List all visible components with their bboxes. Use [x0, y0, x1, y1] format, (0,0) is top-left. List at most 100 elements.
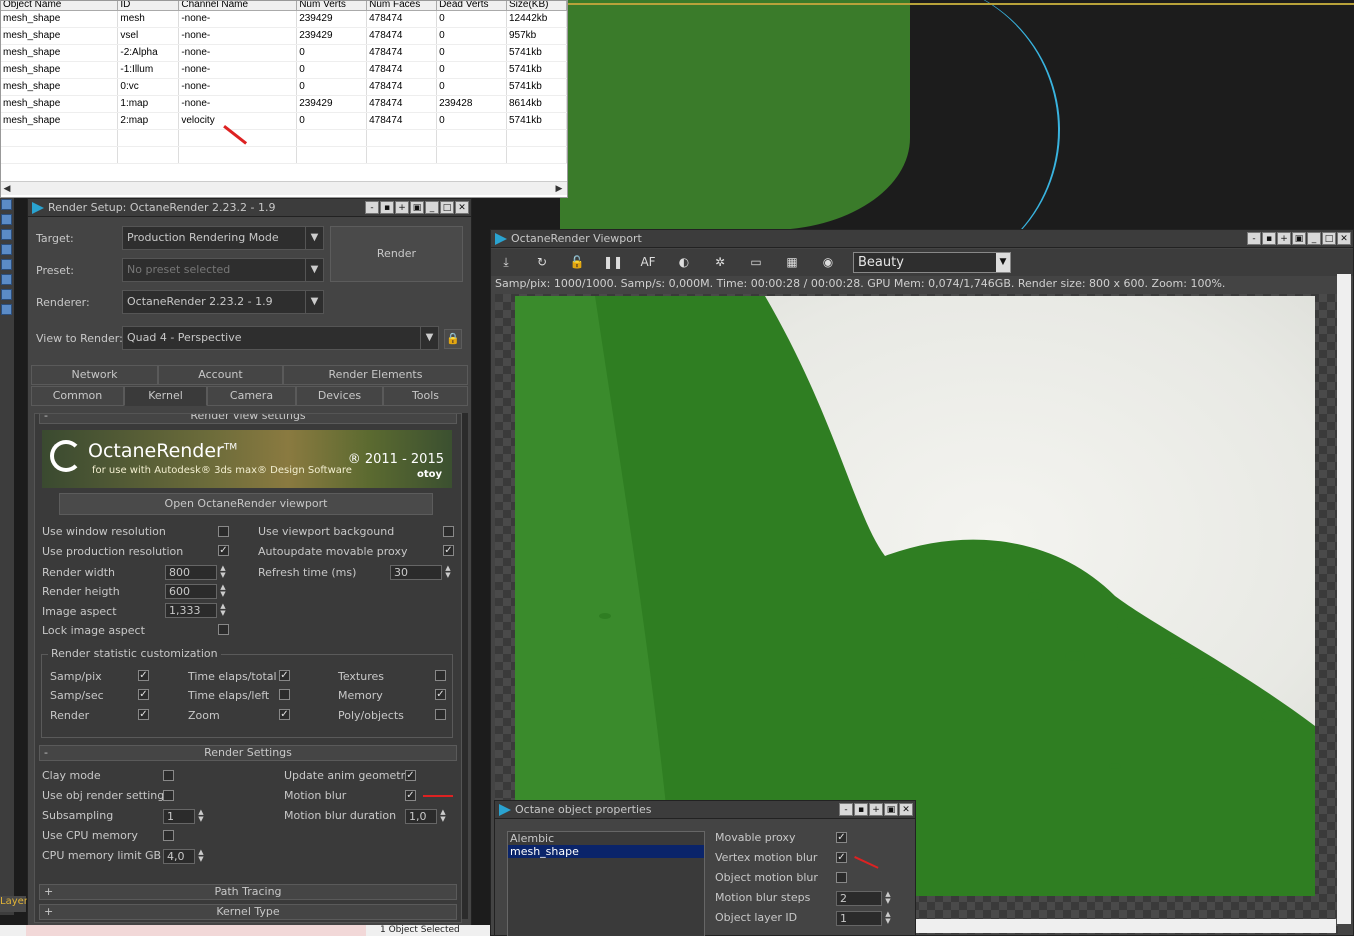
- lock-image-aspect-checkbox[interactable]: [218, 624, 229, 635]
- image-aspect-spinner[interactable]: 1,333 ▲ ▼: [165, 603, 226, 618]
- render-pass-dropdown[interactable]: Beauty ▼: [853, 252, 1011, 273]
- viewport-horizontal-scrollbar[interactable]: [916, 919, 1336, 933]
- object-layer-id-spinner[interactable]: 1 ▲ ▼: [836, 911, 891, 926]
- col-header[interactable]: Channel Name: [178, 1, 298, 11]
- col-header[interactable]: ID: [117, 1, 180, 11]
- tool-icon[interactable]: [1, 214, 12, 225]
- preset-dropdown[interactable]: No preset selected ▼: [122, 258, 324, 282]
- viewport-vertical-scrollbar[interactable]: [1337, 274, 1351, 924]
- clay-mode-checkbox[interactable]: [163, 770, 174, 781]
- render-button[interactable]: Render: [330, 226, 463, 282]
- stat-time-left-checkbox[interactable]: [279, 689, 290, 700]
- pin-icon[interactable]: +: [869, 803, 883, 816]
- tab-account[interactable]: Account: [158, 365, 283, 385]
- table-row[interactable]: mesh_shape 0:vc -none- 0 478474 0 5741kb: [1, 78, 567, 96]
- spinner-arrows-icon[interactable]: ▲ ▼: [883, 891, 893, 906]
- autoupdate-movable-proxy-checkbox[interactable]: ✓: [443, 545, 454, 556]
- layer-tab[interactable]: Layer: [0, 896, 28, 912]
- horizontal-scrollbar[interactable]: ◀ ▶: [1, 181, 567, 195]
- table-row[interactable]: mesh_shape vsel -none- 239429 478474 0 957kb: [1, 27, 567, 45]
- spinner-arrows-icon[interactable]: ▲ ▼: [196, 849, 206, 864]
- close-icon[interactable]: ✕: [455, 201, 469, 214]
- view-to-render-dropdown[interactable]: Quad 4 - Perspective ▼: [122, 326, 439, 350]
- object-properties-titlebar[interactable]: Octane object properties - ▪ + ▣ ✕: [495, 801, 915, 819]
- stat-time-total-checkbox[interactable]: ✓: [279, 670, 290, 681]
- spinner-arrows-icon[interactable]: ▲ ▼: [218, 565, 228, 580]
- render-height-spinner[interactable]: 600 ▲ ▼: [165, 584, 226, 599]
- octane-viewport-titlebar[interactable]: OctaneRender Viewport - ▪ + ▣ _ □ ✕: [491, 230, 1353, 248]
- table-row[interactable]: mesh_shape -1:Illum -none- 0 478474 0 5741kb: [1, 61, 567, 79]
- rollout-scrollbar[interactable]: [462, 413, 468, 919]
- cpu-limit-spinner[interactable]: 4,0 ▲ ▼: [163, 849, 204, 864]
- spinner-arrows-icon[interactable]: ▲ ▼: [218, 584, 228, 599]
- motion-blur-duration-spinner[interactable]: 1,0 ▲ ▼: [405, 809, 446, 824]
- use-window-resolution-checkbox[interactable]: [218, 526, 229, 537]
- renderer-dropdown[interactable]: OctaneRender 2.23.2 - 1.9 ▼: [122, 290, 324, 314]
- lock-view-button[interactable]: 🔒: [444, 329, 462, 349]
- spinner-arrows-icon[interactable]: ▲ ▼: [443, 565, 453, 580]
- autofocus-icon[interactable]: AF: [639, 254, 657, 270]
- stat-samp-sec-checkbox[interactable]: ✓: [138, 689, 149, 700]
- kernel-type-header[interactable]: + Kernel Type: [39, 904, 457, 920]
- tab-render-elements[interactable]: Render Elements: [283, 365, 468, 385]
- camera-icon[interactable]: ◉: [819, 254, 837, 270]
- tool-icon[interactable]: [1, 304, 12, 315]
- pin-icon[interactable]: +: [395, 201, 409, 214]
- dock-icon[interactable]: -: [1247, 232, 1261, 245]
- display-icon[interactable]: ▭: [747, 254, 765, 270]
- table-row[interactable]: mesh_shape mesh -none- 239429 478474 0 12442kb: [1, 10, 567, 28]
- col-header[interactable]: Dead Verts: [436, 1, 507, 11]
- use-production-resolution-checkbox[interactable]: ✓: [218, 545, 229, 556]
- close-icon[interactable]: ✕: [899, 803, 913, 816]
- render-settings-header[interactable]: - Render Settings: [39, 745, 457, 761]
- path-tracing-header[interactable]: + Path Tracing: [39, 884, 457, 900]
- stat-textures-checkbox[interactable]: [435, 670, 446, 681]
- render-view-settings-header[interactable]: - Render view settings: [39, 414, 457, 424]
- dock-icon[interactable]: -: [839, 803, 853, 816]
- spinner-arrows-icon[interactable]: ▲ ▼: [196, 809, 206, 824]
- col-header[interactable]: Object Name: [1, 1, 119, 11]
- col-header[interactable]: Num Faces: [366, 1, 438, 11]
- tab-network[interactable]: Network: [31, 365, 158, 385]
- object-motion-blur-checkbox[interactable]: [836, 872, 847, 883]
- stat-render-checkbox[interactable]: ✓: [138, 709, 149, 720]
- table-row[interactable]: mesh_shape 2:map velocity 0 478474 0 5741kb: [1, 112, 567, 130]
- tab-camera[interactable]: Camera: [207, 386, 296, 406]
- spinner-arrows-icon[interactable]: ▲ ▼: [438, 809, 448, 824]
- tab-kernel[interactable]: Kernel: [124, 386, 207, 406]
- region-render-icon[interactable]: ✲: [711, 254, 729, 270]
- options-icon[interactable]: ▣: [884, 803, 898, 816]
- maximize-icon[interactable]: □: [440, 201, 454, 214]
- stat-memory-checkbox[interactable]: ✓: [435, 689, 446, 700]
- stat-zoom-checkbox[interactable]: ✓: [279, 709, 290, 720]
- stat-poly-checkbox[interactable]: [435, 709, 446, 720]
- render-width-spinner[interactable]: 800 ▲ ▼: [165, 565, 226, 580]
- use-viewport-background-checkbox[interactable]: [443, 526, 454, 537]
- minimize-icon[interactable]: _: [425, 201, 439, 214]
- options-icon[interactable]: ▣: [410, 201, 424, 214]
- refresh-time-spinner[interactable]: 30 ▲ ▼: [390, 565, 451, 580]
- spinner-arrows-icon[interactable]: ▲ ▼: [218, 603, 228, 618]
- movable-proxy-checkbox[interactable]: ✓: [836, 832, 847, 843]
- tab-devices[interactable]: Devices: [296, 386, 383, 406]
- restart-icon[interactable]: ↻: [533, 254, 551, 270]
- spinner-arrows-icon[interactable]: ▲ ▼: [883, 911, 893, 926]
- dock-icon[interactable]: -: [365, 201, 379, 214]
- color-picker-icon[interactable]: ◐: [675, 254, 693, 270]
- tool-icon[interactable]: [1, 259, 12, 270]
- update-anim-checkbox[interactable]: ✓: [405, 770, 416, 781]
- open-viewport-button[interactable]: Open OctaneRender viewport: [59, 493, 433, 515]
- minimize-icon[interactable]: _: [1307, 232, 1321, 245]
- table-row[interactable]: mesh_shape -2:Alpha -none- 0 478474 0 5741kb: [1, 44, 567, 62]
- tool-icon[interactable]: [1, 244, 12, 255]
- pause-icon[interactable]: ❚❚: [603, 254, 623, 270]
- table-row[interactable]: mesh_shape 1:map -none- 239429 478474 239428 8…: [1, 95, 567, 113]
- list-item[interactable]: Alembic: [508, 832, 704, 845]
- lock-icon[interactable]: 🔓: [568, 254, 586, 270]
- scroll-left-icon[interactable]: ◀: [1, 183, 13, 195]
- col-header[interactable]: Size(KB): [506, 1, 567, 11]
- scroll-right-icon[interactable]: ▶: [553, 183, 565, 195]
- col-header[interactable]: Num Verts: [296, 1, 368, 11]
- motion-blur-checkbox[interactable]: ✓: [405, 790, 416, 801]
- film-icon[interactable]: ▦: [783, 254, 801, 270]
